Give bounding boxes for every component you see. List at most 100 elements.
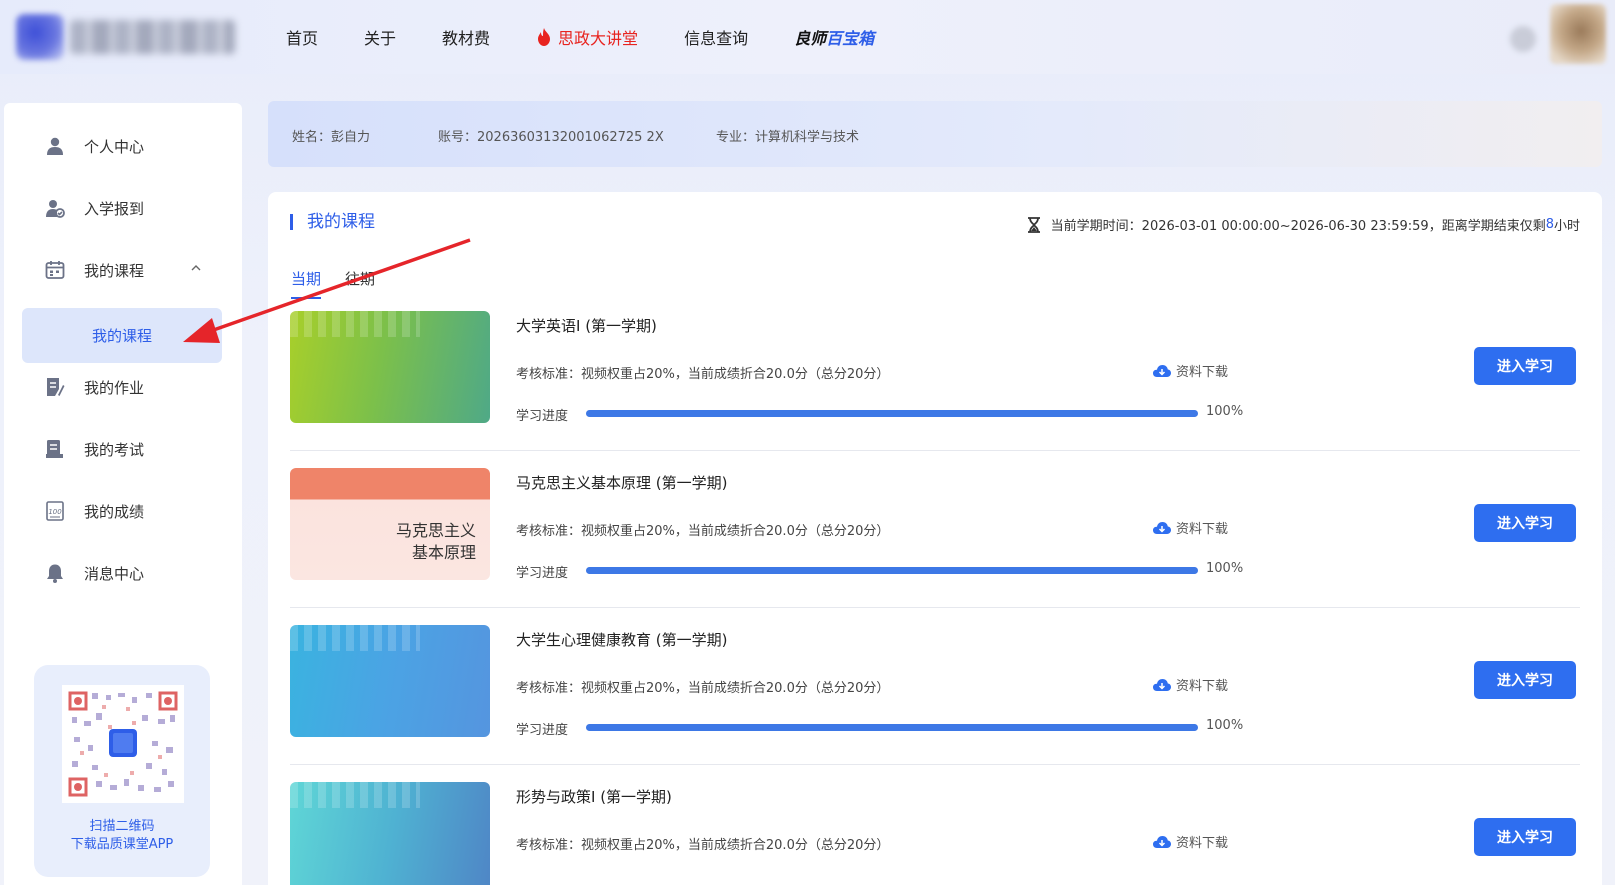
download-label: 资料下载: [1176, 365, 1229, 380]
download-materials-link[interactable]: 资料下载: [1152, 832, 1228, 851]
nav-ideology-lecture[interactable]: 思政大讲堂: [536, 25, 638, 49]
sidebar-subitem-label: 我的课程: [92, 327, 153, 345]
avatar[interactable]: [1550, 4, 1606, 64]
tab-current-term[interactable]: 当期: [291, 268, 322, 299]
student-info-bar: 姓名：彭自力 账号：20263603132001062725 2X 专业：计算机…: [268, 101, 1602, 167]
sidebar-item-personal-center[interactable]: 个人中心: [22, 124, 222, 168]
thumbnail-title-line2: 基本原理: [411, 543, 476, 562]
enter-study-button[interactable]: 进入学习: [1474, 347, 1576, 385]
nav-textbook-fee[interactable]: 教材费: [442, 25, 490, 49]
cloud-download-icon: [1153, 678, 1171, 691]
sidebar-item-label: 消息中心: [84, 564, 145, 583]
notification-icon[interactable]: [1510, 26, 1536, 52]
sidebar-item-label: 我的考试: [84, 440, 145, 459]
user-icon: [44, 135, 66, 157]
course-panel: 我的课程 当前学期时间：2026-03-01 00:00:00~2026-06-…: [268, 192, 1602, 885]
progress-bar: [586, 410, 1198, 417]
thumbnail-pattern: [290, 625, 420, 651]
course-assessment-standard: 考核标准：视频权重占20%，当前成绩折合20.0分（总分20分）: [516, 838, 890, 853]
term-remaining-hours: 8: [1545, 217, 1554, 232]
course-thumbnail[interactable]: [290, 625, 490, 737]
sidebar-subitem-my-courses[interactable]: 我的课程: [22, 308, 222, 363]
sidebar-item-label: 我的作业: [84, 378, 145, 397]
chevron-up-icon[interactable]: [190, 262, 202, 274]
sidebar-item-enrollment[interactable]: 入学报到: [22, 186, 222, 230]
qr-caption-download: 下载品质课堂APP: [70, 837, 174, 852]
progress-fill: [586, 410, 1198, 417]
course-name[interactable]: 马克思主义基本原理 (第一学期): [516, 472, 727, 493]
logo-text-blurred: [70, 20, 235, 54]
progress-percent: 100%: [1206, 404, 1244, 419]
score-icon: 100: [44, 500, 66, 522]
thumbnail-pattern: [290, 311, 420, 337]
download-label: 资料下载: [1176, 679, 1229, 694]
download-materials-link[interactable]: 资料下载: [1152, 675, 1228, 694]
course-row: 马克思主义 基本原理 马克思主义基本原理 (第一学期) 考核标准：视频权重占20%…: [290, 468, 1580, 608]
top-navigation-bar: 首页 关于 教材费 思政大讲堂 信息查询 良师 百宝箱: [0, 0, 1615, 74]
progress-fill: [586, 567, 1198, 574]
nav-about[interactable]: 关于: [364, 25, 396, 49]
thumbnail-title: 马克思主义基本原理: [396, 520, 476, 564]
cloud-download-icon: [1153, 364, 1171, 377]
progress-label: 学习进度: [516, 409, 569, 424]
course-name[interactable]: 形势与政策I (第一学期): [516, 786, 672, 807]
course-thumbnail[interactable]: [290, 311, 490, 423]
download-materials-link[interactable]: 资料下载: [1152, 361, 1228, 380]
homework-icon: [44, 376, 66, 398]
progress-bar: [586, 724, 1198, 731]
qr-code[interactable]: [62, 685, 184, 803]
download-materials-link[interactable]: 资料下载: [1152, 518, 1228, 537]
app-download-card: 扫描二维码 下载品质课堂APP: [34, 665, 210, 877]
qr-caption-scan: 扫描二维码: [89, 819, 155, 834]
nav-ideology-lecture-label: 思政大讲堂: [558, 29, 639, 48]
progress-label: 学习进度: [516, 723, 569, 738]
sidebar-item-my-exams[interactable]: 我的考试: [22, 427, 222, 471]
nav-home[interactable]: 首页: [286, 25, 318, 49]
sidebar: 个人中心 入学报到 我的课程 我的课程 我的作业 我的考试 100 我的成绩 消…: [4, 103, 242, 885]
cloud-download-icon: [1153, 835, 1171, 848]
hourglass-icon: [1027, 216, 1040, 233]
sidebar-item-my-homework[interactable]: 我的作业: [22, 365, 222, 409]
svg-text:100: 100: [48, 508, 62, 516]
sidebar-item-label: 个人中心: [84, 137, 145, 156]
progress-percent: 100%: [1206, 561, 1244, 576]
nav-info-query[interactable]: 信息查询: [684, 25, 748, 49]
enter-study-button[interactable]: 进入学习: [1474, 504, 1576, 542]
student-major: 专业：计算机科学与技术: [716, 130, 860, 145]
nav-brand-toolbox[interactable]: 良师 百宝箱: [794, 25, 874, 49]
enter-study-button[interactable]: 进入学习: [1474, 818, 1576, 856]
fire-icon: [538, 28, 551, 46]
progress-fill: [586, 724, 1198, 731]
thumbnail-title-line1: 马克思主义: [395, 521, 476, 540]
user-check-icon: [44, 197, 66, 219]
course-name[interactable]: 大学生心理健康教育 (第一学期): [516, 629, 727, 650]
student-name: 姓名：彭自力: [292, 130, 371, 145]
download-label: 资料下载: [1176, 522, 1229, 537]
sidebar-item-label: 入学报到: [84, 199, 145, 218]
bell-icon: [44, 562, 66, 584]
progress-bar: [586, 567, 1198, 574]
progress-label: 学习进度: [516, 566, 569, 581]
term-info: 当前学期时间：2026-03-01 00:00:00~2026-06-30 23…: [1027, 215, 1580, 234]
course-thumbnail[interactable]: [290, 782, 490, 885]
sidebar-item-label: 我的课程: [84, 261, 145, 280]
thumbnail-pattern: [290, 782, 420, 808]
download-label: 资料下载: [1176, 836, 1229, 851]
sidebar-item-my-courses[interactable]: 我的课程: [22, 248, 222, 292]
course-row: 形势与政策I (第一学期) 考核标准：视频权重占20%，当前成绩折合20.0分（…: [290, 782, 1580, 885]
course-thumbnail[interactable]: 马克思主义基本原理: [290, 468, 490, 580]
sidebar-item-my-grades[interactable]: 100 我的成绩: [22, 489, 222, 533]
course-assessment-standard: 考核标准：视频权重占20%，当前成绩折合20.0分（总分20分）: [516, 681, 890, 696]
calendar-icon: [44, 259, 66, 281]
course-name[interactable]: 大学英语I (第一学期): [516, 315, 657, 336]
logo-icon[interactable]: [16, 14, 64, 60]
tab-past-terms[interactable]: 往期: [345, 268, 375, 299]
sidebar-item-messages[interactable]: 消息中心: [22, 551, 222, 595]
course-row: 大学英语I (第一学期) 考核标准：视频权重占20%，当前成绩折合20.0分（总…: [290, 311, 1580, 451]
main-nav: 首页 关于 教材费 思政大讲堂 信息查询 良师 百宝箱: [286, 0, 920, 74]
enter-study-button[interactable]: 进入学习: [1474, 661, 1576, 699]
sidebar-item-label: 我的成绩: [84, 502, 145, 521]
course-assessment-standard: 考核标准：视频权重占20%，当前成绩折合20.0分（总分20分）: [516, 367, 890, 382]
term-period-label: 当前学期时间：2026-03-01 00:00:00~2026-06-30 23…: [1050, 219, 1546, 234]
course-row: 大学生心理健康教育 (第一学期) 考核标准：视频权重占20%，当前成绩折合20.…: [290, 625, 1580, 765]
